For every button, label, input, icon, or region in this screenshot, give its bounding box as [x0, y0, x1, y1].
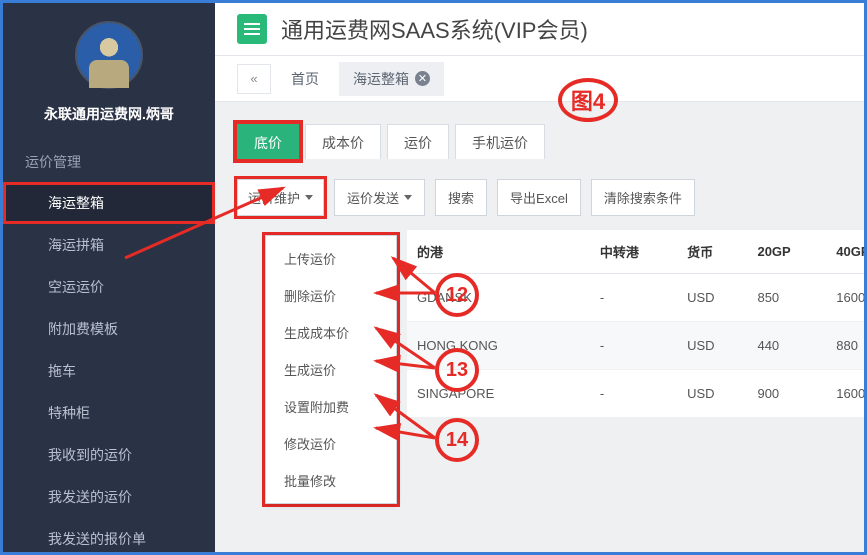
sidebar-item-ocean-fcl[interactable]: 海运整箱	[3, 182, 215, 224]
menu-item-set-surcharge[interactable]: 设置附加费	[266, 388, 396, 425]
sidebar-nav: 海运整箱 海运拼箱 空运运价 附加费模板 拖车 特种柜 我收到的运价 我发送的运…	[3, 182, 215, 555]
topbar: 通用运费网SAAS系统(VIP会员)	[215, 3, 864, 56]
tab-ocean-fcl[interactable]: 海运整箱 ✕	[339, 62, 444, 96]
sidebar-item-special-container[interactable]: 特种柜	[3, 392, 215, 434]
sidebar-item-received-rates[interactable]: 我收到的运价	[3, 434, 215, 476]
sidebar: 永联通用运费网.炳哥 运价管理 海运整箱 海运拼箱 空运运价 附加费模板 拖车 …	[3, 3, 215, 552]
sidebar-item-trucking[interactable]: 拖车	[3, 350, 215, 392]
main-area: 通用运费网SAAS系统(VIP会员) « 首页 海运整箱 ✕ 底价 成本价 运价…	[215, 3, 864, 552]
chevron-down-icon	[305, 195, 313, 200]
th-40gp: 40GP	[826, 230, 867, 274]
rate-maintain-dropdown-button[interactable]: 运价维护	[237, 179, 324, 216]
rate-send-label: 运价发送	[347, 188, 399, 207]
app-title: 通用运费网SAAS系统(VIP会员)	[281, 13, 588, 45]
annotation-figure-label: 图4	[558, 78, 618, 122]
avatar	[75, 21, 143, 89]
menu-item-delete-rate[interactable]: 删除运价	[266, 277, 396, 314]
chevron-down-icon	[404, 195, 412, 200]
rate-send-dropdown-button[interactable]: 运价发送	[334, 179, 425, 216]
th-dest-port: 的港	[407, 230, 590, 274]
sidebar-item-sent-rates[interactable]: 我发送的运价	[3, 476, 215, 518]
tab-back-button[interactable]: «	[237, 64, 271, 94]
view-tab-rate[interactable]: 运价	[387, 124, 449, 159]
th-transit-port: 中转港	[590, 230, 677, 274]
username: 永联通用运费网.炳哥	[3, 100, 215, 142]
avatar-section	[3, 3, 215, 100]
annotation-12: 12	[435, 273, 479, 317]
clear-search-button[interactable]: 清除搜索条件	[591, 179, 695, 216]
menu-item-gen-rate[interactable]: 生成运价	[266, 351, 396, 388]
view-tab-mobile-rate[interactable]: 手机运价	[455, 124, 545, 159]
tabbar: « 首页 海运整箱 ✕	[215, 56, 864, 102]
rate-maintain-label: 运价维护	[248, 188, 300, 207]
annotation-13: 13	[435, 348, 479, 392]
hamburger-button[interactable]	[237, 14, 267, 44]
menu-item-gen-cost[interactable]: 生成成本价	[266, 314, 396, 351]
menu-item-edit-rate[interactable]: 修改运价	[266, 425, 396, 462]
export-excel-button[interactable]: 导出Excel	[497, 179, 581, 216]
tab-home[interactable]: 首页	[277, 62, 333, 96]
menu-item-batch-edit[interactable]: 批量修改	[266, 462, 396, 499]
rate-table: 的港 中转港 货币 20GP 40GP 40HQ GDANSK -	[407, 230, 867, 418]
hamburger-icon	[244, 28, 260, 30]
view-tabs: 底价 成本价 运价 手机运价	[237, 124, 842, 159]
view-tab-cost-price[interactable]: 成本价	[305, 124, 381, 159]
th-currency: 货币	[677, 230, 747, 274]
tab-home-label: 首页	[291, 69, 319, 89]
sidebar-item-sent-quotes[interactable]: 我发送的报价单	[3, 518, 215, 555]
dropdown-menu: 上传运价 删除运价 生成成本价 生成运价 设置附加费 修改运价 批量修改	[265, 235, 397, 504]
sidebar-item-ocean-lcl[interactable]: 海运拼箱	[3, 224, 215, 266]
th-20gp: 20GP	[747, 230, 826, 274]
tab-ocean-fcl-label: 海运整箱	[353, 69, 409, 89]
annotation-14: 14	[435, 418, 479, 462]
menu-item-upload-rate[interactable]: 上传运价	[266, 240, 396, 277]
sidebar-section-title: 运价管理	[3, 142, 215, 182]
content: 底价 成本价 运价 手机运价 运价维护 运价发送 搜索 导出Excel 清除搜索…	[215, 102, 864, 440]
sidebar-item-air[interactable]: 空运运价	[3, 266, 215, 308]
close-icon[interactable]: ✕	[415, 71, 430, 86]
search-button[interactable]: 搜索	[435, 179, 487, 216]
toolbar: 运价维护 运价发送 搜索 导出Excel 清除搜索条件	[237, 179, 842, 216]
sidebar-item-surcharge-template[interactable]: 附加费模板	[3, 308, 215, 350]
view-tab-base-price[interactable]: 底价	[237, 124, 299, 159]
rate-maintain-dropdown: 上传运价 删除运价 生成成本价 生成运价 设置附加费 修改运价 批量修改	[265, 235, 397, 504]
